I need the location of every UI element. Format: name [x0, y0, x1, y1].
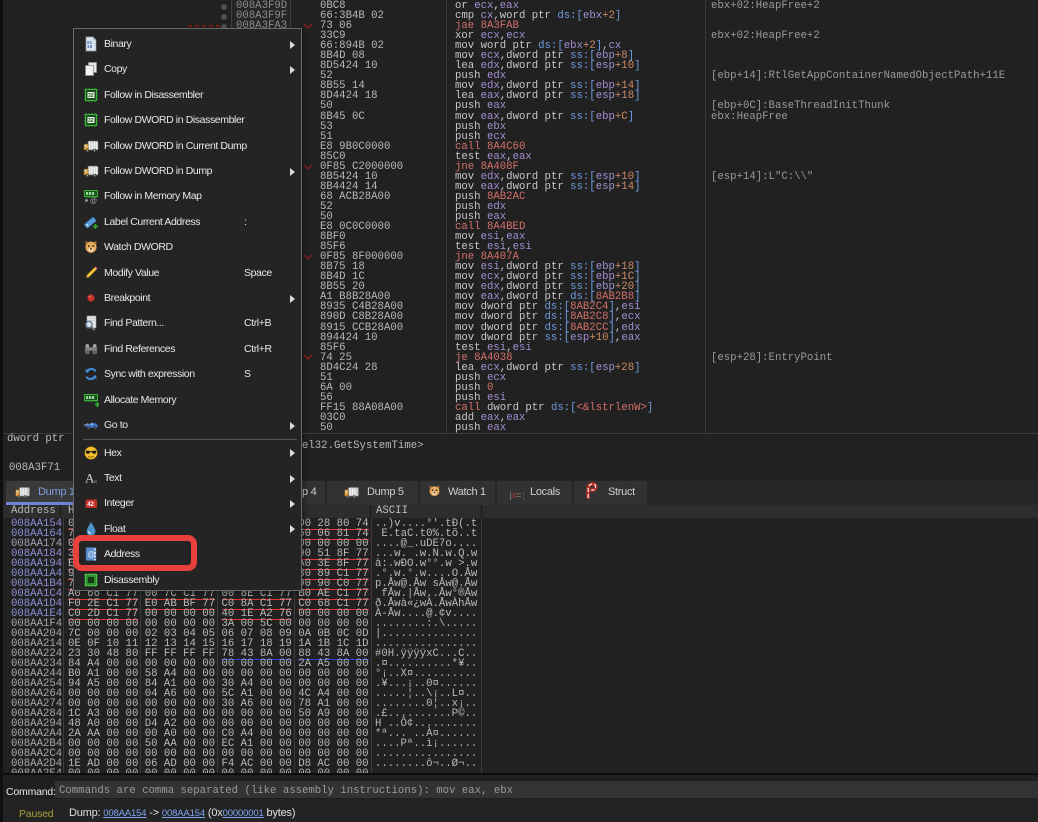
svg-text:a: a — [94, 478, 97, 485]
svg-text:10: 10 — [87, 45, 93, 50]
svg-text:32: 32 — [88, 93, 94, 99]
svg-text:32: 32 — [88, 118, 94, 124]
svg-text:@: @ — [90, 198, 97, 204]
svg-text:42: 42 — [87, 502, 94, 508]
svg-text:=|: =| — [516, 491, 524, 500]
